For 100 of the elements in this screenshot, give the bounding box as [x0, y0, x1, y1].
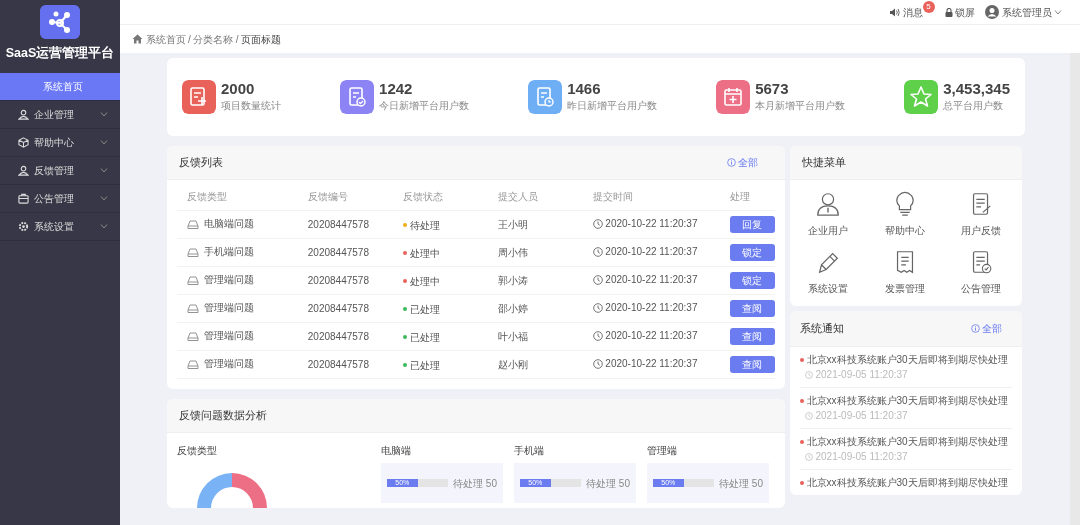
stat-label: 昨日新增平台用户数 [567, 98, 658, 113]
table-cell: 20208447578 [307, 219, 369, 230]
section-title: 手机端 [514, 444, 545, 458]
table-cell: 20208447578 [307, 247, 369, 258]
briefcase-icon [18, 192, 29, 204]
clock-icon [805, 411, 813, 420]
sidebar-item[interactable]: 帮助中心 [0, 128, 120, 157]
clock-icon [592, 302, 603, 313]
stat-value: 5673 [755, 81, 790, 98]
clock-icon [592, 246, 603, 257]
column-header: 提交时间 [592, 182, 730, 211]
clock-icon [592, 358, 603, 369]
tray-icon [187, 358, 199, 369]
stat-value: 1242 [379, 81, 414, 98]
table-cell: 叶小福 [497, 331, 528, 342]
view-all-link[interactable]: 全部 [970, 321, 1002, 336]
clock-icon [805, 452, 813, 461]
notice-text[interactable]: 北京xx科技系统账户30天后即将到期尽快处理 [806, 434, 1008, 449]
table-cell: 王小明 [497, 219, 528, 230]
logo-icon [40, 5, 80, 39]
sidebar-item[interactable]: 系统首页 [0, 72, 120, 101]
sidebar-item[interactable]: 反馈管理 [0, 156, 120, 185]
sidebar-item[interactable]: 企业管理 [0, 100, 120, 129]
action-button[interactable]: 锁定 [729, 272, 775, 289]
stat-value: 2000 [221, 81, 256, 98]
chevron-icon [100, 223, 108, 230]
table-cell: 2020-10-22 11:20:37 [592, 216, 698, 232]
pending-count: 待处理 50 [586, 476, 630, 491]
status-text: 已处理 [409, 358, 440, 373]
table-cell: 20208447578 [307, 275, 369, 286]
sidebar-item[interactable]: 公告管理 [0, 184, 120, 213]
view-all-link[interactable]: 全部 [726, 155, 758, 170]
table-cell: 2020-10-22 11:20:37 [592, 328, 698, 344]
speaker-icon [890, 7, 900, 17]
stat-label: 总平台用户数 [943, 98, 1005, 113]
bullet-icon [800, 398, 804, 403]
action-button[interactable]: 回复 [729, 216, 775, 233]
table-cell: 手机端问题 [187, 244, 254, 260]
notice-time: 2021-09-05 11:20:37 [800, 449, 1012, 464]
home-icon [132, 34, 143, 44]
chevron-icon [100, 167, 108, 174]
notice-text[interactable]: 北京xx科技系统账户30天后即将到期尽快处理 [806, 352, 1008, 367]
stat-label: 项目数量统计 [221, 98, 281, 113]
status-text: 处理中 [409, 246, 440, 261]
breadcrumb-item: 页面标题 [241, 32, 282, 47]
messages-button[interactable]: 消息 5 [890, 4, 935, 20]
info-icon [970, 324, 980, 333]
breadcrumb-separator: / [188, 32, 191, 47]
action-button[interactable]: 锁定 [729, 244, 775, 261]
card-title: 反馈问题数据分析 [179, 408, 267, 424]
shortcut-button[interactable]: 发票管理 [866, 243, 944, 301]
settings-icon [18, 220, 29, 232]
card-title: 快捷菜单 [802, 155, 846, 171]
section-title: 管理端 [647, 444, 678, 458]
column-header: 反馈状态 [403, 182, 498, 211]
table-cell: 赵小刚 [497, 359, 528, 370]
sidebar-item[interactable]: 系统设置 [0, 212, 120, 241]
action-button[interactable]: 查阅 [729, 300, 775, 317]
table-cell: 管理端问题 [187, 328, 254, 344]
user-icon [18, 108, 29, 120]
user-icon [18, 164, 29, 176]
card-title: 系统通知 [800, 321, 844, 337]
pending-count: 待处理 50 [719, 476, 763, 491]
table-cell: 管理端问题 [187, 356, 254, 372]
action-button[interactable]: 查阅 [729, 328, 775, 345]
chevron-icon [100, 111, 108, 118]
table-cell: 2020-10-22 11:20:37 [592, 356, 698, 372]
shortcut-button[interactable]: 系统设置 [790, 243, 867, 301]
section-title: 电脑端 [381, 444, 412, 458]
table-cell: 管理端问题 [187, 300, 254, 316]
info-icon [726, 158, 736, 167]
lock-icon [944, 7, 953, 17]
tray-icon [187, 302, 199, 313]
notice-text[interactable]: 北京xx科技系统账户30天后即将到期尽快处理 [806, 475, 1008, 490]
bullet-icon [800, 439, 804, 444]
shortcut-button[interactable]: 企业用户 [790, 185, 867, 243]
chevron-icon [100, 139, 108, 146]
breadcrumb-item[interactable]: 系统首页 [145, 31, 186, 47]
clock-icon [592, 274, 603, 285]
shortcut-button[interactable]: 用户反馈 [943, 185, 1020, 243]
table-cell: 2020-10-22 11:20:37 [592, 300, 698, 316]
breadcrumb-item[interactable]: 分类名称 [193, 31, 234, 47]
table-cell: 郭小涛 [497, 275, 528, 286]
stat-label: 今日新增平台用户数 [379, 98, 470, 113]
status-text: 待处理 [409, 218, 440, 233]
table-cell: 2020-10-22 11:20:37 [592, 272, 698, 288]
stat-value: 1466 [567, 81, 602, 98]
user-menu-button[interactable]: 系统管理员 [985, 4, 1062, 20]
shortcut-button[interactable]: 公告管理 [943, 243, 1020, 301]
action-button[interactable]: 查阅 [729, 356, 775, 373]
status-text: 已处理 [409, 302, 440, 317]
notice-time: 2021-09-05 11:20:37 [800, 367, 1012, 382]
stat-label: 本月新增平台用户数 [755, 98, 846, 113]
notice-text[interactable]: 北京xx科技系统账户30天后即将到期尽快处理 [806, 393, 1008, 408]
column-header: 提交人员 [497, 182, 593, 211]
status-text: 已处理 [409, 330, 440, 345]
column-header: 处理 [729, 182, 775, 211]
shortcut-button[interactable]: 帮助中心 [866, 185, 944, 243]
table-cell: 电脑端问题 [187, 216, 254, 232]
lock-screen-button[interactable]: 锁屏 [944, 4, 975, 20]
